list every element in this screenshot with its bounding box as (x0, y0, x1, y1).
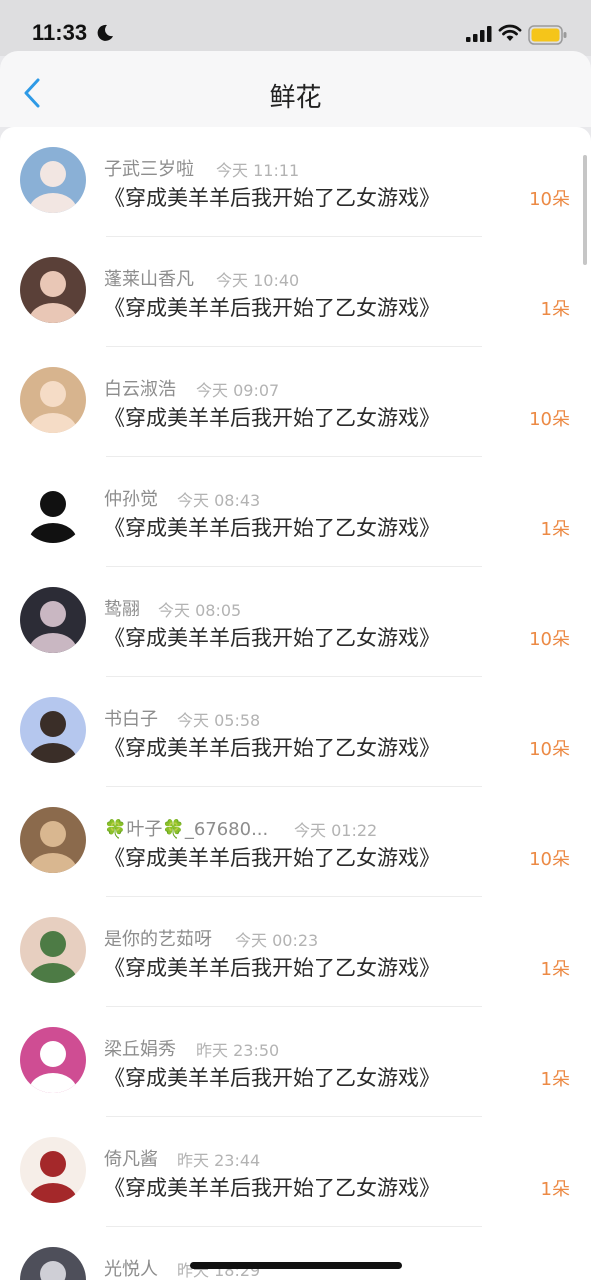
avatar[interactable] (20, 477, 86, 543)
avatar[interactable] (20, 257, 86, 323)
book-title: 《穿成美羊羊后我开始了乙女游戏》 (104, 296, 440, 320)
flower-count: 10朵 (529, 629, 570, 650)
sender-name: 倚凡酱 (104, 1149, 158, 1170)
scrollbar[interactable] (583, 155, 587, 265)
book-title: 《穿成美羊羊后我开始了乙女游戏》 (104, 1066, 440, 1090)
status-time: 11:33 (32, 20, 88, 45)
book-title: 《穿成美羊羊后我开始了乙女游戏》 (104, 406, 440, 430)
avatar[interactable] (20, 367, 86, 433)
battery-icon (528, 25, 567, 45)
book-title: 《穿成美羊羊后我开始了乙女游戏》 (104, 626, 440, 650)
home-indicator[interactable] (190, 1262, 402, 1269)
gift-time: 今天 00:23 (235, 931, 319, 950)
book-title: 《穿成美羊羊后我开始了乙女游戏》 (104, 1176, 440, 1200)
flower-gift-list[interactable]: 子武三岁啦 今天 11:11 《穿成美羊羊后我开始了乙女游戏》 10朵 蓬莱山香… (0, 127, 591, 1280)
flower-count: 1朵 (540, 1069, 570, 1090)
gift-time: 今天 11:11 (216, 161, 300, 180)
gift-time: 昨天 23:50 (196, 1041, 280, 1060)
list-item[interactable]: 鸷翮 今天 08:05 《穿成美羊羊后我开始了乙女游戏》 10朵 (0, 567, 591, 677)
flower-count: 10朵 (529, 409, 570, 430)
gift-time: 今天 10:40 (216, 271, 300, 290)
do-not-disturb-moon-icon (97, 24, 113, 41)
flower-count: 10朵 (529, 739, 570, 760)
book-title: 《穿成美羊羊后我开始了乙女游戏》 (104, 186, 440, 210)
avatar[interactable] (20, 1247, 86, 1280)
sender-name: 🍀叶子🍀_67680... (104, 819, 269, 840)
gift-time: 昨天 23:44 (177, 1151, 261, 1170)
list-item[interactable]: 光悦人 昨天 18:29 (0, 1227, 591, 1280)
flower-count: 10朵 (529, 189, 570, 210)
list-item[interactable]: 🍀叶子🍀_67680... 今天 01:22 《穿成美羊羊后我开始了乙女游戏》 … (0, 787, 591, 897)
avatar[interactable] (20, 1027, 86, 1093)
list-item[interactable]: 白云淑浩 今天 09:07 《穿成美羊羊后我开始了乙女游戏》 10朵 (0, 347, 591, 457)
sender-name: 子武三岁啦 (104, 159, 194, 180)
cellular-signal-icon (466, 26, 492, 42)
book-title: 《穿成美羊羊后我开始了乙女游戏》 (104, 846, 440, 870)
book-title: 《穿成美羊羊后我开始了乙女游戏》 (104, 956, 440, 980)
list-item[interactable]: 仲孙觉 今天 08:43 《穿成美羊羊后我开始了乙女游戏》 1朵 (0, 457, 591, 567)
sender-name: 鸷翮 (104, 599, 140, 620)
flower-count: 10朵 (529, 849, 570, 870)
flower-count: 1朵 (540, 1179, 570, 1200)
gift-time: 今天 01:22 (294, 821, 378, 840)
flower-count: 1朵 (540, 959, 570, 980)
wifi-icon (498, 24, 522, 41)
list-item[interactable]: 倚凡酱 昨天 23:44 《穿成美羊羊后我开始了乙女游戏》 1朵 (0, 1117, 591, 1227)
status-bar: 11:33 (0, 0, 591, 56)
sender-name: 书白子 (104, 709, 158, 730)
avatar[interactable] (20, 807, 86, 873)
sender-name: 白云淑浩 (104, 379, 176, 400)
flower-count: 1朵 (540, 299, 570, 320)
avatar[interactable] (20, 697, 86, 763)
gift-time: 今天 08:05 (158, 601, 242, 620)
gift-time: 今天 08:43 (177, 491, 261, 510)
list-item[interactable]: 是你的艺茹呀 今天 00:23 《穿成美羊羊后我开始了乙女游戏》 1朵 (0, 897, 591, 1007)
navigation-bar: 鲜花 (0, 51, 591, 127)
sender-name: 蓬莱山香凡 (104, 269, 194, 290)
gift-time: 今天 05:58 (177, 711, 261, 730)
book-title: 《穿成美羊羊后我开始了乙女游戏》 (104, 736, 440, 760)
flower-count: 1朵 (540, 519, 570, 540)
sender-name: 是你的艺茹呀 (104, 929, 212, 950)
avatar[interactable] (20, 147, 86, 213)
avatar[interactable] (20, 917, 86, 983)
avatar[interactable] (20, 1137, 86, 1203)
list-item[interactable]: 书白子 今天 05:58 《穿成美羊羊后我开始了乙女游戏》 10朵 (0, 677, 591, 787)
list-item[interactable]: 蓬莱山香凡 今天 10:40 《穿成美羊羊后我开始了乙女游戏》 1朵 (0, 237, 591, 347)
list-item[interactable]: 子武三岁啦 今天 11:11 《穿成美羊羊后我开始了乙女游戏》 10朵 (0, 127, 591, 237)
book-title: 《穿成美羊羊后我开始了乙女游戏》 (104, 516, 440, 540)
sender-name: 梁丘娟秀 (104, 1039, 176, 1060)
avatar[interactable] (20, 587, 86, 653)
gift-time: 今天 09:07 (196, 381, 280, 400)
sender-name: 光悦人 (104, 1259, 158, 1280)
list-item[interactable]: 梁丘娟秀 昨天 23:50 《穿成美羊羊后我开始了乙女游戏》 1朵 (0, 1007, 591, 1117)
sender-name: 仲孙觉 (104, 489, 158, 510)
page-title: 鲜花 (269, 83, 322, 113)
